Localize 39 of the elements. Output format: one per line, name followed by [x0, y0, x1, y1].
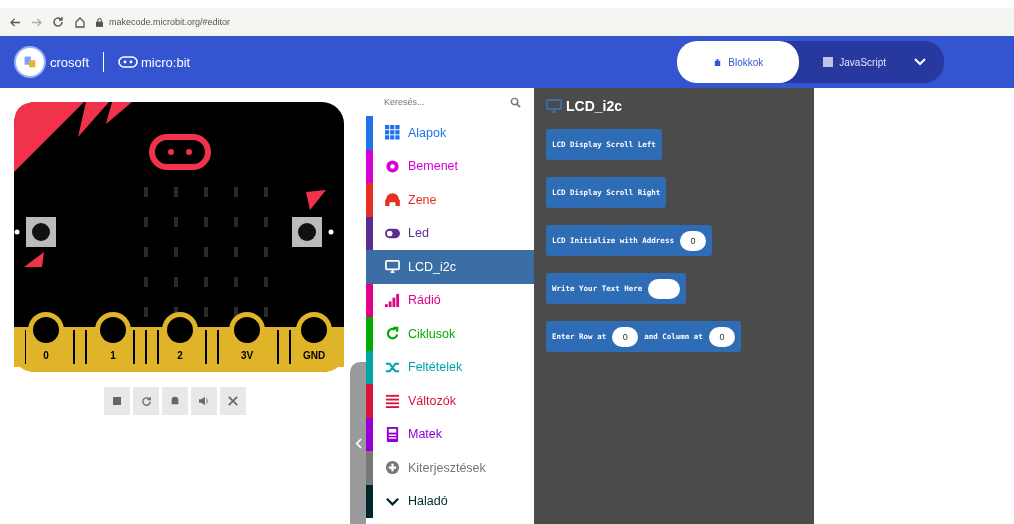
signal-bars-icon: [385, 292, 400, 308]
category-item[interactable]: LCD_i2c: [366, 250, 534, 284]
collapse-handle[interactable]: [350, 362, 366, 524]
lock-icon: [96, 17, 103, 27]
chevron-down-icon[interactable]: [914, 58, 926, 66]
back-icon[interactable]: [10, 17, 21, 27]
mode-tab[interactable]: JavaScript: [799, 41, 910, 83]
grid-icon: [385, 125, 400, 141]
product-name: micro:bit: [141, 54, 191, 70]
loop-arrow-icon: [385, 326, 400, 342]
microbit-logo-icon: [118, 56, 138, 68]
microbit-board-drawing[interactable]: 0 1 2 3V GND: [14, 102, 344, 372]
search-icon[interactable]: [510, 96, 521, 108]
headphones-icon: [385, 192, 400, 208]
sound-icon[interactable]: [191, 387, 217, 415]
monitor-icon: [385, 259, 400, 275]
text-input[interactable]: [648, 278, 681, 299]
mode-tab[interactable]: Blokkok: [677, 41, 800, 83]
number-input[interactable]: 0: [612, 326, 639, 347]
circle-icon: [385, 158, 400, 174]
stop-icon[interactable]: [104, 387, 130, 415]
restart-icon[interactable]: [133, 387, 159, 415]
square-icon: [823, 57, 834, 67]
plus-circle-icon: [385, 460, 400, 476]
flyout-title: LCD_i2c: [566, 98, 623, 114]
logo-icon: [14, 46, 46, 78]
search-field[interactable]: Keresés...: [382, 96, 506, 108]
home-icon[interactable]: [74, 16, 86, 28]
fullscreen-icon[interactable]: [220, 387, 246, 415]
slow-mode-icon[interactable]: [162, 387, 188, 415]
address-bar[interactable]: makecode.microbit.org/#editor: [109, 17, 231, 27]
monitor-icon: [546, 98, 562, 114]
puzzle-piece-icon: [713, 57, 723, 67]
number-input[interactable]: 0: [679, 230, 706, 251]
calculator-icon: [385, 426, 400, 442]
lines-icon: [385, 393, 400, 409]
brand-name: crosoft: [50, 54, 89, 70]
reload-icon[interactable]: [52, 16, 64, 28]
number-input[interactable]: 0: [708, 326, 735, 347]
